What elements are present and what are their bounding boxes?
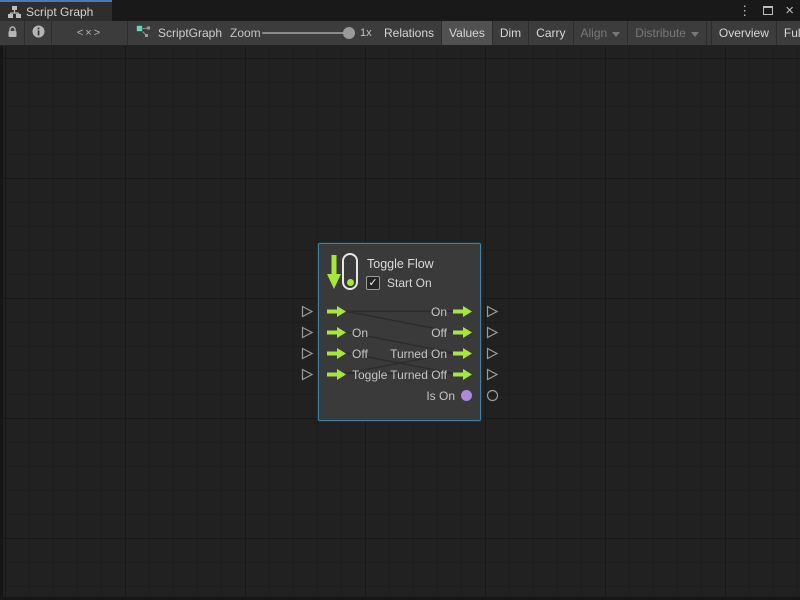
input-port-invoke[interactable]: [327, 306, 346, 317]
breadcrumb[interactable]: ScriptGraph: [136, 21, 222, 45]
flow-arrow-icon: [327, 327, 346, 338]
input-connector-hint[interactable]: [301, 368, 314, 381]
lock-icon: [7, 26, 18, 41]
output-connector-hint[interactable]: [486, 326, 499, 339]
lock-button[interactable]: [0, 21, 25, 45]
start-on-checkbox[interactable]: ✓: [366, 276, 380, 290]
info-icon: [32, 25, 45, 41]
zoom-slider-track: [262, 32, 354, 34]
flow-arrow-icon: [453, 348, 472, 359]
align-button[interactable]: Align: [574, 21, 629, 45]
port-row: Off Turned On: [327, 343, 472, 364]
output-port-off[interactable]: Off: [431, 326, 472, 340]
maximize-icon[interactable]: [763, 6, 773, 15]
output-port-turned-off[interactable]: Turned Off: [390, 368, 472, 382]
toolbar-toggle-group: Relations Values Dim Carry Align Distrib…: [377, 21, 800, 45]
script-graph-window: Script Graph ⋮ ×: [0, 0, 800, 600]
chevron-down-icon: [612, 32, 620, 37]
zoom-slider-handle[interactable]: [343, 27, 355, 39]
flow-arrow-icon: [453, 306, 472, 317]
window-edge: [0, 46, 3, 600]
code-icon: <×>: [77, 27, 102, 39]
info-button[interactable]: [25, 21, 52, 45]
tab-script-graph[interactable]: Script Graph: [0, 0, 112, 21]
graph-canvas[interactable]: Toggle Flow ✓ Start On On O: [0, 46, 800, 600]
breadcrumb-label: ScriptGraph: [158, 26, 222, 40]
carry-button[interactable]: Carry: [529, 21, 573, 45]
value-port-dot-icon: [461, 390, 472, 401]
tab-bar: Script Graph ⋮ ×: [0, 0, 800, 21]
port-row: On: [327, 301, 472, 322]
output-connector-hint[interactable]: [486, 368, 499, 381]
port-row: On Off: [327, 322, 472, 343]
graph-toolbar: <×> ScriptGraph Zoom 1x Relations: [0, 21, 800, 46]
output-port-on[interactable]: On: [431, 305, 472, 319]
down-arrow-icon: [327, 255, 341, 294]
input-connector-hint[interactable]: [301, 326, 314, 339]
close-icon[interactable]: ×: [785, 3, 794, 18]
values-button[interactable]: Values: [442, 21, 493, 45]
flow-arrow-icon: [327, 306, 346, 317]
input-connector-hint[interactable]: [301, 305, 314, 318]
start-on-setting: ✓ Start On: [366, 276, 432, 290]
output-connector-hint[interactable]: [486, 347, 499, 360]
port-row: Toggle Turned Off: [327, 364, 472, 385]
flow-arrow-icon: [327, 369, 346, 380]
flow-arrow-icon: [327, 348, 346, 359]
toggle-flow-node[interactable]: Toggle Flow ✓ Start On On O: [318, 243, 481, 421]
tab-title: Script Graph: [26, 5, 93, 19]
node-header[interactable]: Toggle Flow ✓ Start On: [327, 251, 474, 293]
output-port-is-on[interactable]: Is On: [426, 389, 472, 403]
zoom-value: 1x: [360, 21, 372, 45]
toggle-pill-dot: [347, 279, 354, 286]
output-connector-hint[interactable]: [486, 305, 499, 318]
chevron-down-icon: [691, 32, 699, 37]
graph-hierarchy-icon: [8, 6, 21, 18]
zoom-slider[interactable]: [262, 21, 354, 45]
distribute-button[interactable]: Distribute: [628, 21, 707, 45]
input-connector-hint[interactable]: [301, 347, 314, 360]
start-on-label: Start On: [387, 276, 432, 290]
output-port-turned-on[interactable]: Turned On: [390, 347, 472, 361]
code-preview-button[interactable]: <×>: [52, 21, 128, 45]
toggle-pill-icon: [342, 253, 358, 290]
overview-button[interactable]: Overview: [711, 21, 777, 45]
toggle-flow-icon: [327, 253, 359, 291]
graph-node-icon: [136, 25, 151, 41]
relations-button[interactable]: Relations: [377, 21, 442, 45]
input-port-toggle[interactable]: Toggle: [327, 368, 387, 382]
window-menu-icon[interactable]: ⋮: [738, 4, 751, 17]
dim-button[interactable]: Dim: [493, 21, 529, 45]
node-title: Toggle Flow: [367, 257, 434, 271]
titlebar-icons: ⋮ ×: [738, 0, 794, 21]
flow-arrow-icon: [453, 369, 472, 380]
value-connector-hint[interactable]: [486, 389, 499, 402]
zoom-label: Zoom: [230, 21, 261, 45]
full-screen-button[interactable]: Full Screen: [777, 21, 800, 45]
input-port-on[interactable]: On: [327, 326, 368, 340]
flow-arrow-icon: [453, 327, 472, 338]
input-port-off[interactable]: Off: [327, 347, 368, 361]
port-row: Is On: [327, 385, 472, 406]
